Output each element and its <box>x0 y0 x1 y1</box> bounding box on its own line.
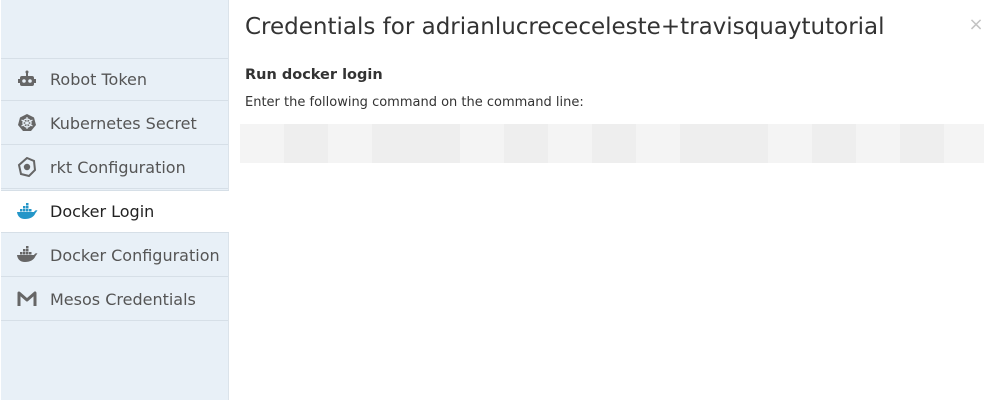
rkt-icon <box>16 156 38 178</box>
docker-icon <box>16 201 38 223</box>
sidebar-item-docker-login[interactable]: Docker Login <box>1 190 229 233</box>
robot-icon <box>16 69 38 91</box>
command-highlight <box>592 124 636 163</box>
sidebar-item-label: rkt Configuration <box>50 157 186 177</box>
close-button[interactable]: × <box>968 14 984 36</box>
sidebar-item-label: Kubernetes Secret <box>50 113 197 133</box>
sidebar-item-rkt-configuration[interactable]: rkt Configuration <box>1 146 228 189</box>
sidebar-item-kubernetes-secret[interactable]: Kubernetes Secret <box>1 102 228 145</box>
modal-title: Credentials for adrianlucrececeleste+tra… <box>245 14 885 40</box>
section-title: Run docker login <box>245 67 383 83</box>
command-highlight <box>372 124 460 163</box>
sidebar-item-label: Mesos Credentials <box>50 289 196 309</box>
docker-login-command[interactable] <box>240 124 984 163</box>
sidebar-item-docker-configuration[interactable]: Docker Configuration <box>1 234 228 277</box>
sidebar-item-mesos-credentials[interactable]: Mesos Credentials <box>1 278 228 321</box>
credentials-sidebar: Robot Token Kubernetes Secret rkt Config… <box>1 0 229 400</box>
command-highlight <box>900 124 944 163</box>
kubernetes-icon <box>16 112 38 134</box>
docker-icon <box>16 244 38 266</box>
credentials-modal: Robot Token Kubernetes Secret rkt Config… <box>0 0 997 400</box>
sidebar-item-label: Docker Login <box>50 202 155 221</box>
command-highlight <box>284 124 328 163</box>
command-highlight <box>504 124 548 163</box>
mesos-icon <box>16 288 38 310</box>
sidebar-item-robot-token[interactable]: Robot Token <box>1 58 228 101</box>
command-highlight <box>812 124 856 163</box>
sidebar-item-label: Robot Token <box>50 70 148 89</box>
sidebar-item-label: Docker Configuration <box>50 245 220 265</box>
command-highlight <box>680 124 768 163</box>
section-description: Enter the following command on the comma… <box>245 95 584 110</box>
